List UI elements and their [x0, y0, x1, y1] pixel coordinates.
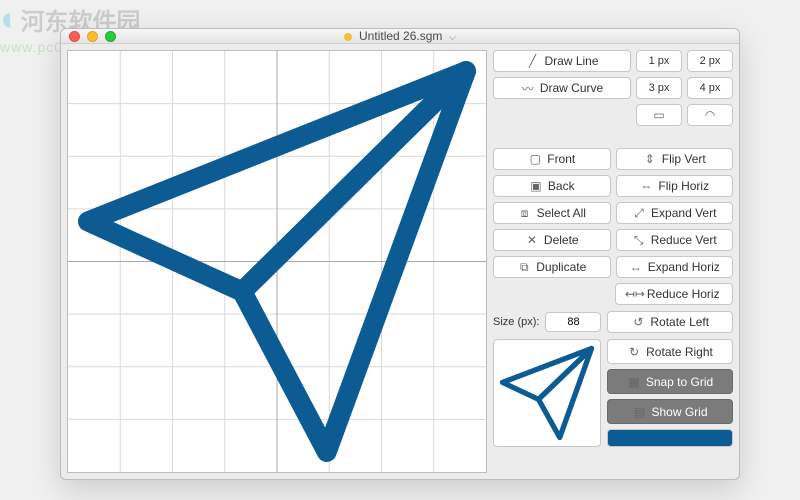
- expand-horiz-button[interactable]: ↔ Expand Horiz: [616, 256, 734, 278]
- expand-horiz-icon: ↔: [629, 260, 643, 274]
- snap-icon: ▦: [627, 375, 641, 389]
- cap-round-button[interactable]: ◠: [687, 104, 733, 126]
- back-button[interactable]: ▣ Back: [493, 175, 611, 197]
- draw-line-button[interactable]: ╱ Draw Line: [493, 50, 631, 72]
- app-window: Untitled 26.sgm ⌵: [60, 28, 740, 480]
- stroke-3px-button[interactable]: 3 px: [636, 77, 682, 99]
- grid-icon: ▤: [632, 405, 646, 419]
- tool-sidebar: ╱ Draw Line 1 px 2 px 〰 Draw Curve 3 px …: [493, 50, 733, 473]
- delete-icon: ✕: [525, 233, 539, 247]
- reduce-horiz-icon: ↤↦: [628, 287, 642, 301]
- canvas[interactable]: [67, 50, 487, 473]
- flip-vert-button[interactable]: ⇕ Flip Vert: [616, 148, 734, 170]
- size-label: Size (px):: [493, 316, 539, 328]
- front-icon: ▢: [528, 152, 542, 166]
- cap-butt-button[interactable]: ▭: [636, 104, 682, 126]
- flip-horiz-icon: ⇔: [639, 179, 653, 193]
- rotate-right-icon: ↻: [627, 345, 641, 359]
- flip-horiz-button[interactable]: ⇔ Flip Horiz: [616, 175, 734, 197]
- stroke-2px-button[interactable]: 2 px: [687, 50, 733, 72]
- title-chevron-icon[interactable]: ⌵: [449, 32, 457, 43]
- select-all-button[interactable]: ⧈ Select All: [493, 202, 611, 224]
- reduce-vert-icon: ⤡: [632, 233, 646, 248]
- titlebar: Untitled 26.sgm ⌵: [61, 29, 739, 44]
- line-icon: ╱: [525, 54, 539, 68]
- expand-vert-icon: ⤢: [632, 206, 646, 221]
- expand-vert-button[interactable]: ⤢ Expand Vert: [616, 202, 734, 224]
- snap-to-grid-button[interactable]: ▦ Snap to Grid: [607, 369, 733, 394]
- delete-button[interactable]: ✕ Delete: [493, 229, 611, 251]
- front-button[interactable]: ▢ Front: [493, 148, 611, 170]
- select-all-icon: ⧈: [518, 206, 532, 221]
- rotate-right-button[interactable]: ↻ Rotate Right: [607, 339, 733, 364]
- show-grid-button[interactable]: ▤ Show Grid: [607, 399, 733, 424]
- size-input[interactable]: [545, 312, 601, 332]
- square-cap-icon: ▭: [652, 108, 666, 122]
- round-cap-icon: ◠: [703, 108, 717, 122]
- duplicate-button[interactable]: ⧉ Duplicate: [493, 256, 611, 278]
- stroke-4px-button[interactable]: 4 px: [687, 77, 733, 99]
- flip-vert-icon: ⇕: [643, 152, 657, 166]
- rotate-left-button[interactable]: ↺ Rotate Left: [607, 311, 733, 333]
- preview: [493, 339, 601, 447]
- window-title: Untitled 26.sgm ⌵: [61, 29, 739, 43]
- rotate-left-icon: ↺: [631, 315, 645, 329]
- draw-curve-button[interactable]: 〰 Draw Curve: [493, 77, 631, 99]
- reduce-horiz-button[interactable]: ↤↦ Reduce Horiz: [615, 283, 734, 305]
- back-icon: ▣: [529, 179, 543, 193]
- duplicate-icon: ⧉: [517, 260, 531, 275]
- curve-icon: 〰: [521, 80, 535, 97]
- color-swatch[interactable]: [607, 429, 733, 447]
- reduce-vert-button[interactable]: ⤡ Reduce Vert: [616, 229, 734, 251]
- stroke-1px-button[interactable]: 1 px: [636, 50, 682, 72]
- unsaved-dot-icon: [344, 33, 352, 41]
